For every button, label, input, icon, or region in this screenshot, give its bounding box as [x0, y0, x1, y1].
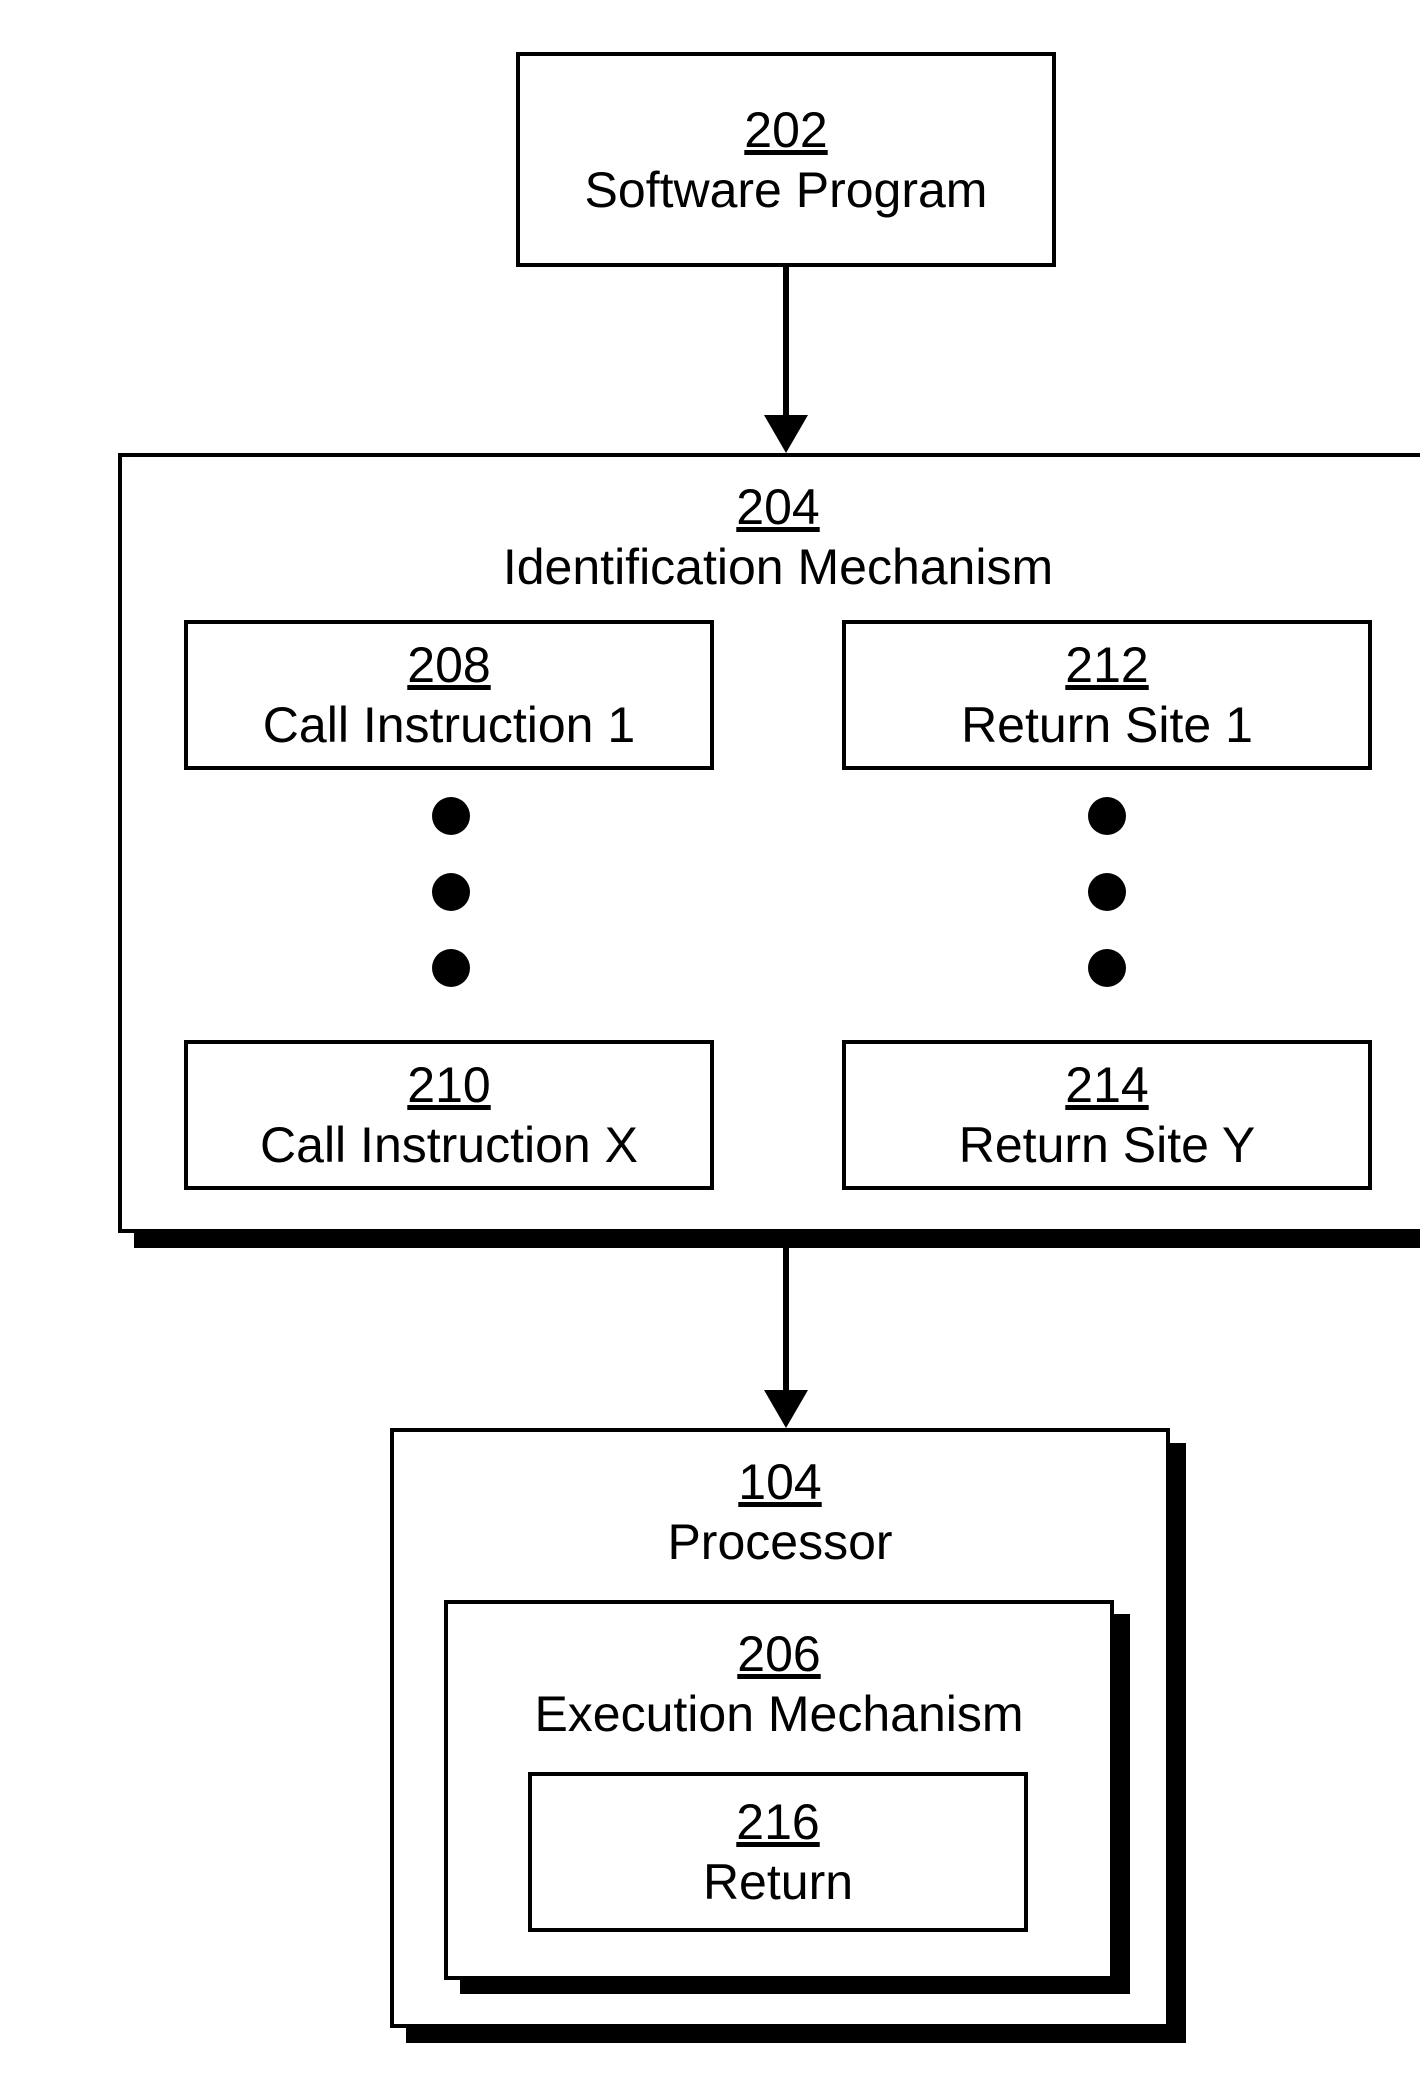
identification-mechanism-label: Identification Mechanism: [503, 537, 1053, 597]
arrow-2-head: [764, 1390, 808, 1428]
return-label: Return: [703, 1852, 853, 1912]
return-block: 216 Return: [528, 1772, 1028, 1932]
call-instruction-1-ref: 208: [407, 635, 490, 695]
dot-icon: [432, 797, 470, 835]
dot-icon: [1088, 949, 1126, 987]
return-site-y-label: Return Site Y: [959, 1115, 1255, 1175]
arrow-1-head: [764, 415, 808, 453]
return-ref: 216: [736, 1792, 819, 1852]
call-instruction-1-label: Call Instruction 1: [263, 695, 635, 755]
software-program-label: Software Program: [585, 160, 988, 220]
dot-icon: [1088, 873, 1126, 911]
identification-mechanism-ref: 204: [736, 477, 819, 537]
processor-block: 104 Processor 206 Execution Mechanism 21…: [390, 1428, 1170, 2028]
return-site-y-ref: 214: [1065, 1055, 1148, 1115]
left-ellipsis: [432, 797, 470, 987]
right-ellipsis: [1088, 797, 1126, 987]
return-site-y-block: 214 Return Site Y: [842, 1040, 1372, 1190]
software-program-ref: 202: [744, 100, 827, 160]
call-instruction-x-label: Call Instruction X: [260, 1115, 638, 1175]
processor-label: Processor: [667, 1512, 892, 1572]
arrow-2-line: [783, 1248, 789, 1398]
return-site-1-block: 212 Return Site 1: [842, 620, 1372, 770]
call-instruction-x-block: 210 Call Instruction X: [184, 1040, 714, 1190]
dot-icon: [432, 873, 470, 911]
dot-icon: [432, 949, 470, 987]
return-site-1-label: Return Site 1: [961, 695, 1253, 755]
arrow-1-line: [783, 267, 789, 422]
return-site-1-ref: 212: [1065, 635, 1148, 695]
call-instruction-1-block: 208 Call Instruction 1: [184, 620, 714, 770]
processor-ref: 104: [738, 1452, 821, 1512]
execution-mechanism-ref: 206: [737, 1624, 820, 1684]
dot-icon: [1088, 797, 1126, 835]
execution-mechanism-label: Execution Mechanism: [534, 1684, 1023, 1744]
execution-mechanism-block: 206 Execution Mechanism 216 Return: [444, 1600, 1114, 1980]
software-program-block: 202 Software Program: [516, 52, 1056, 267]
identification-mechanism-block: 204 Identification Mechanism 208 Call In…: [118, 453, 1420, 1233]
call-instruction-x-ref: 210: [407, 1055, 490, 1115]
